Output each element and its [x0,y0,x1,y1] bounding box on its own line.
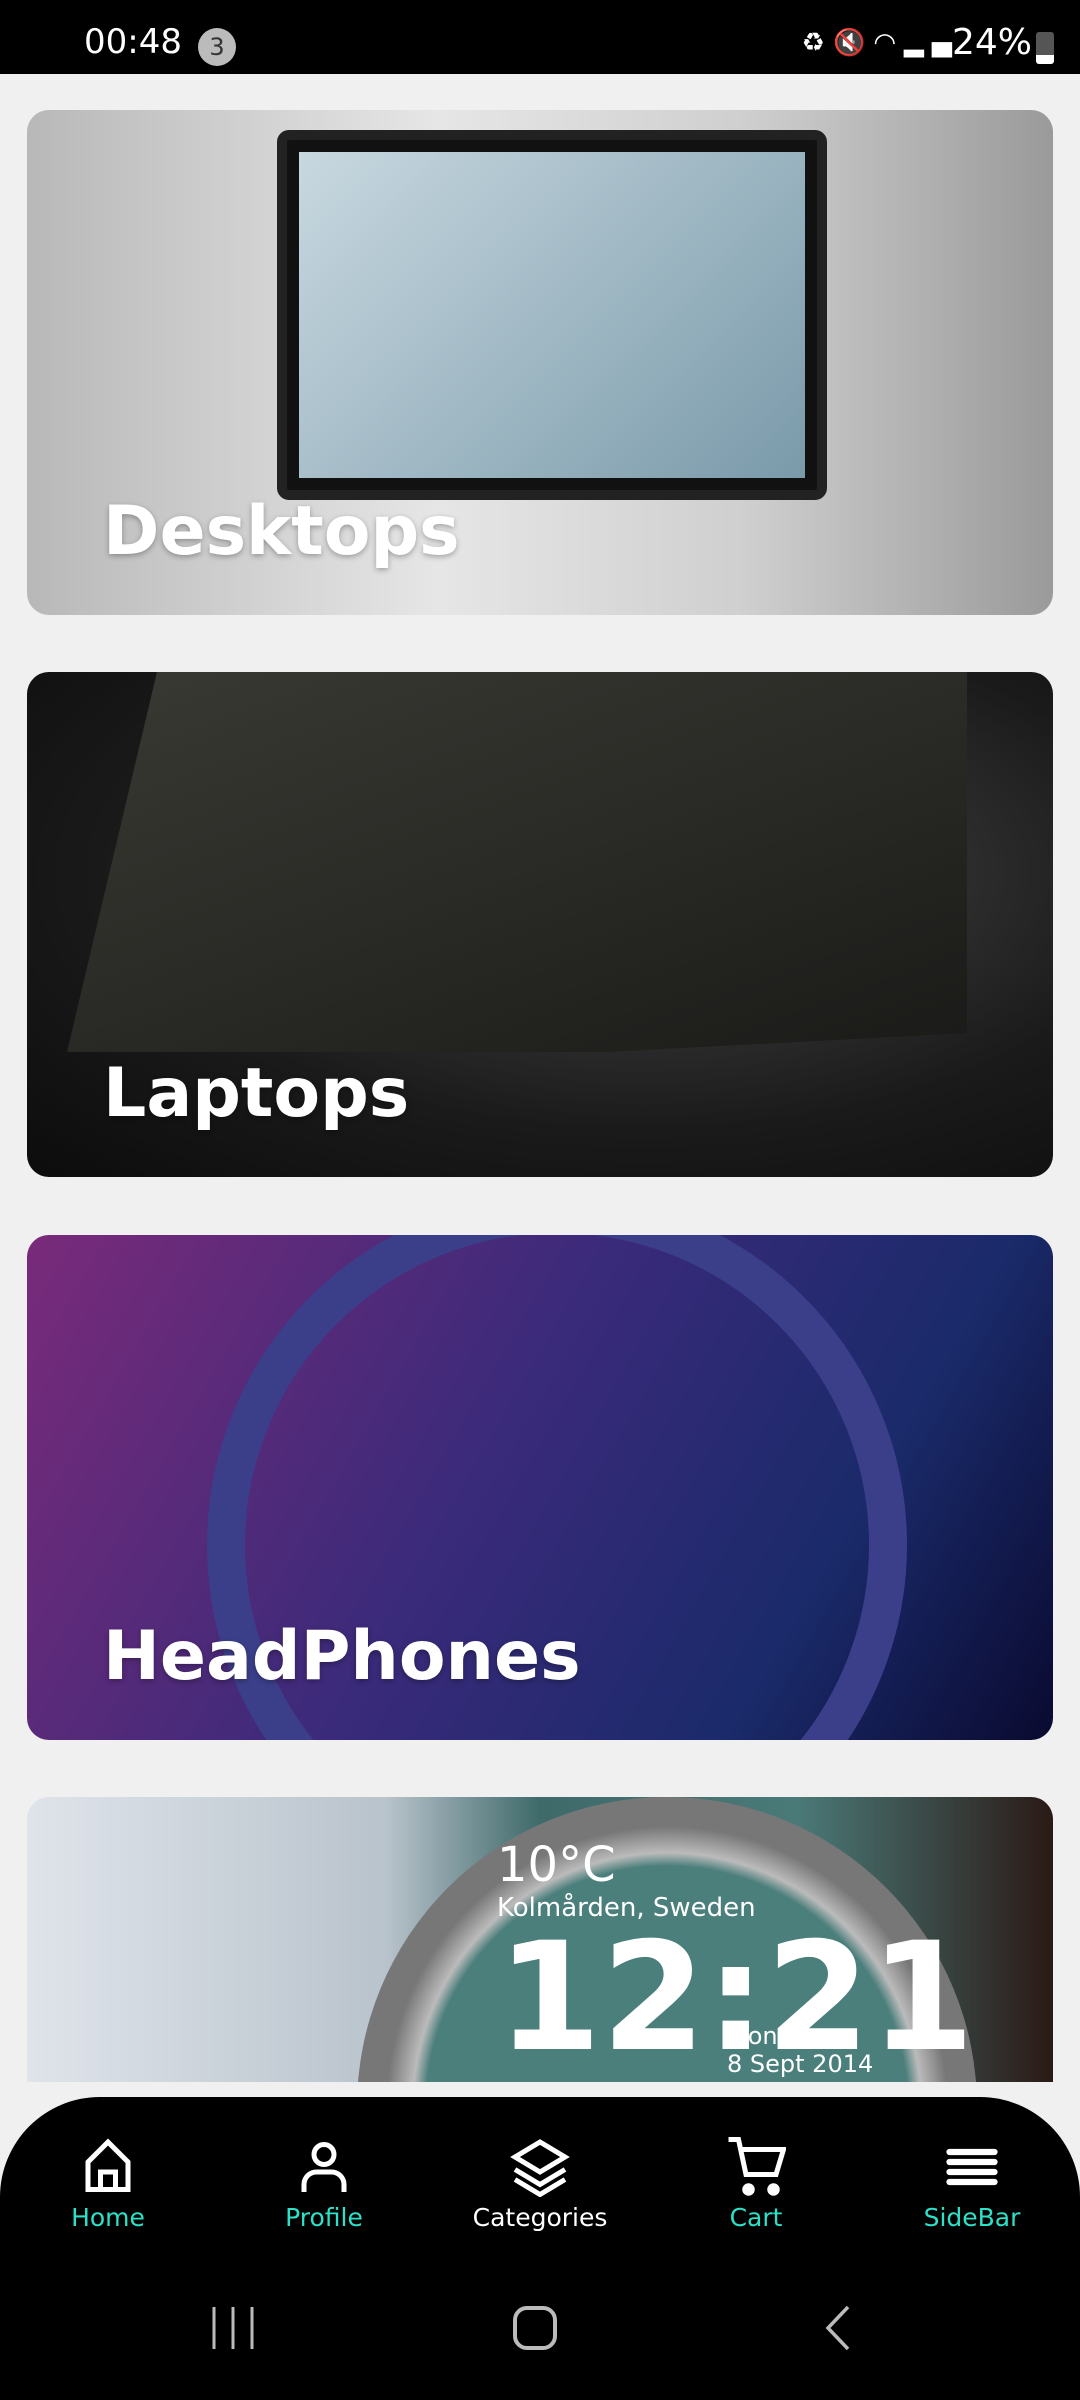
status-bar: 00:48 3 ♻🔇◠▂▄ 24% [0,0,1080,74]
watch-temp: 10°C [497,1837,616,1893]
watch-date: 8 Sept 2014 [727,2050,874,2078]
layers-icon [510,2139,570,2197]
home-icon [85,2138,131,2192]
category-label: HeadPhones [103,1617,581,1696]
cart-icon [728,2137,786,2196]
category-label: Laptops [103,1054,410,1133]
category-card-headphones[interactable]: HeadPhones [27,1235,1053,1740]
nav-label: Profile [285,2203,363,2232]
nav-profile[interactable]: Profile [244,2137,404,2232]
nav-cart[interactable]: Cart [676,2137,836,2232]
laptop-image [67,672,967,1052]
menu-icon [946,2148,998,2186]
nav-home[interactable]: Home [28,2137,188,2232]
battery-icon [1036,32,1054,64]
watch-day: Monday [727,2022,822,2050]
notification-count-badge: 3 [198,28,236,66]
nav-label: Home [71,2203,145,2232]
clock: 00:48 [84,22,182,62]
mute-icon: 🔇 [832,28,874,58]
nav-label: Categories [472,2203,608,2232]
battery-saver-icon: ♻ [801,28,833,58]
person-icon [301,2142,347,2192]
wifi-icon: ◠ [873,28,904,58]
back-icon[interactable] [820,2305,854,2351]
nav-label: SideBar [923,2203,1021,2232]
category-card-laptops[interactable]: Laptops [27,672,1053,1177]
category-card-watches[interactable]: 10°C Kolmården, Sweden 12:21 Monday 8 Sep… [27,1797,1053,2082]
recent-apps-icon[interactable] [210,2305,256,2351]
category-label: Desktops [103,492,460,571]
nav-categories[interactable]: Categories [460,2137,620,2232]
desktop-image [277,130,827,500]
home-button-icon[interactable] [512,2305,558,2351]
bottom-nav: Home Profile Categories Cart SideBar [0,2097,1080,2400]
category-card-desktops[interactable]: Desktops [27,110,1053,615]
battery-percent: 24% [951,22,1032,63]
nav-sidebar[interactable]: SideBar [892,2137,1052,2232]
status-icons: ♻🔇◠▂▄ [802,28,960,58]
nav-label: Cart [729,2203,783,2232]
